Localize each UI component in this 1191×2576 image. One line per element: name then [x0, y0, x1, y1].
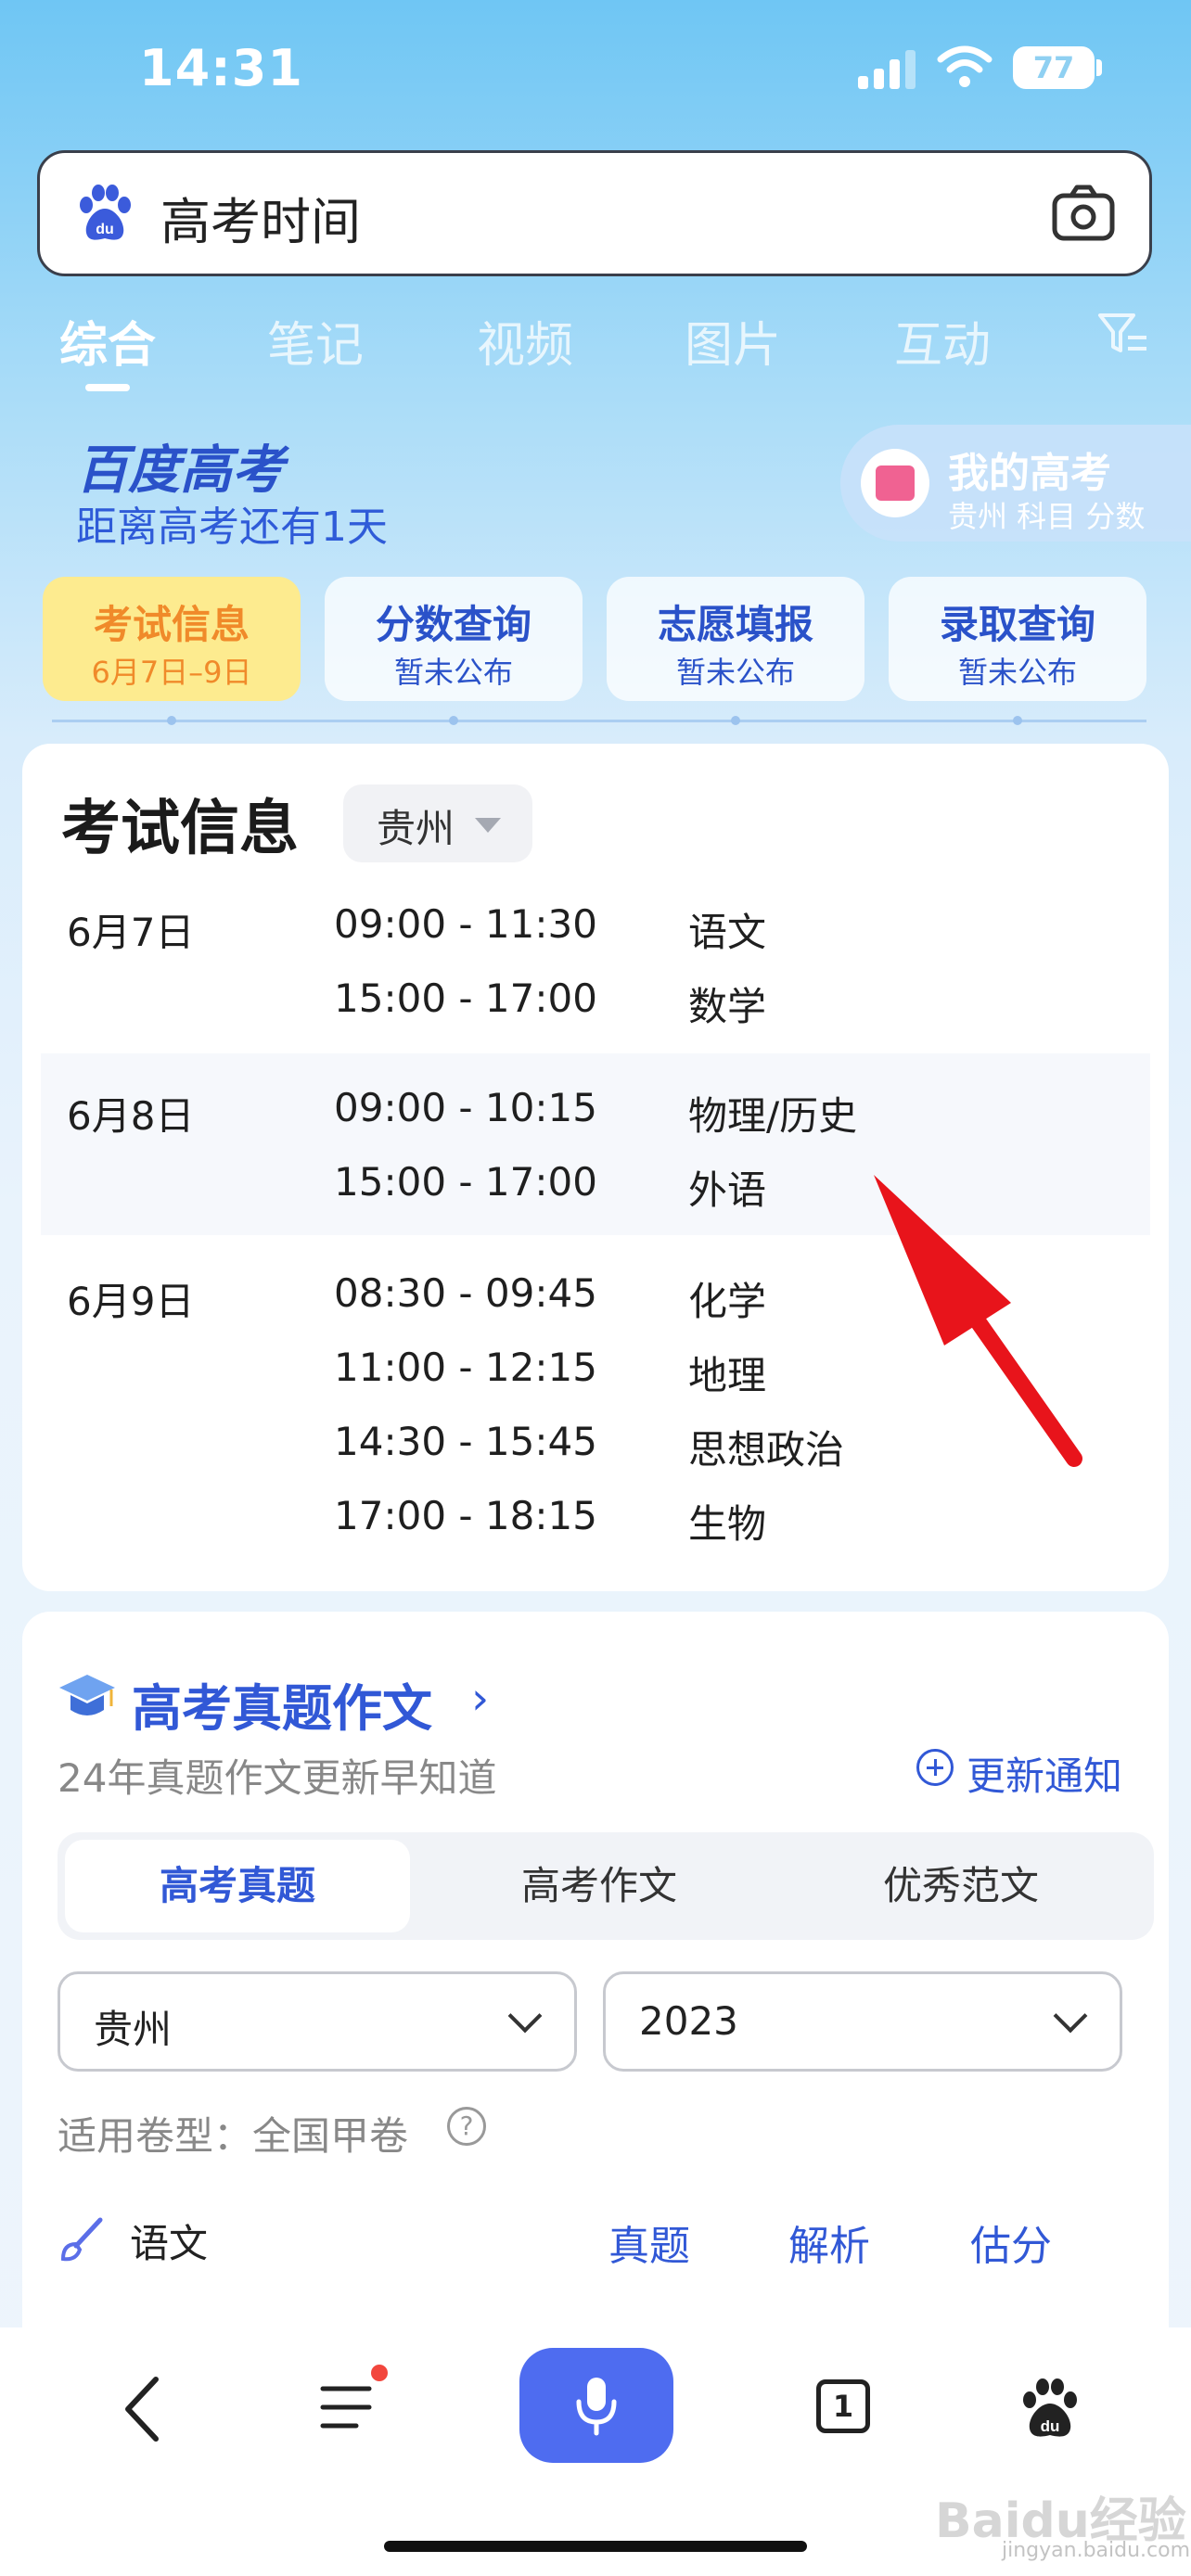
- paper-type-label: 适用卷型：全国甲卷: [58, 2113, 409, 2159]
- segment-gaokao-essay[interactable]: 高考作文: [427, 1840, 772, 1932]
- my-gaokao-title: 我的高考: [948, 450, 1111, 497]
- status-time: 14:31: [139, 39, 303, 97]
- exam-info-title: 考试信息: [61, 795, 299, 863]
- tab-interact[interactable]: 互动: [894, 306, 991, 376]
- search-input[interactable]: 高考时间: [160, 181, 361, 254]
- essay-subtitle: 24年真题作文更新早知道: [58, 1755, 497, 1801]
- chevron-down-icon: [507, 1998, 543, 2034]
- menu-icon[interactable]: [319, 2383, 373, 2431]
- search-box[interactable]: du 高考时间: [37, 150, 1152, 276]
- tab-notes[interactable]: 笔记: [267, 306, 364, 376]
- help-icon[interactable]: ?: [447, 2107, 486, 2146]
- my-gaokao-avatar: [861, 449, 929, 517]
- tab-switcher-button[interactable]: 1: [816, 2379, 870, 2433]
- microphone-icon: [576, 2378, 617, 2436]
- brush-icon: [60, 2217, 103, 2262]
- tab-images[interactable]: 图片: [685, 306, 781, 376]
- link-estimate[interactable]: 估分: [970, 2213, 1052, 2272]
- exam-date: 6月8日: [67, 1093, 195, 1139]
- exam-time: 08:30 - 09:45: [334, 1270, 597, 1316]
- link-analysis[interactable]: 解析: [788, 2213, 870, 2272]
- exam-time: 15:00 - 17:00: [334, 1159, 597, 1205]
- tab-comprehensive[interactable]: 综合: [59, 306, 156, 376]
- exam-date: 6月7日: [67, 910, 195, 955]
- segment-model-essay[interactable]: 优秀范文: [788, 1840, 1133, 1932]
- segment-real-exam[interactable]: 高考真题: [65, 1840, 410, 1932]
- essay-segment-control: 高考真题 高考作文 优秀范文: [58, 1832, 1154, 1940]
- battery-tip: [1096, 59, 1102, 76]
- exam-time: 15:00 - 17:00: [334, 976, 597, 1021]
- camera-icon[interactable]: [1051, 183, 1116, 244]
- baidu-paw-icon[interactable]: du: [1017, 2376, 1083, 2442]
- exam-subject: 外语: [688, 1167, 767, 1213]
- exam-subject: 化学: [688, 1279, 767, 1324]
- exam-subject: 物理/历史: [688, 1093, 858, 1139]
- svg-text:du: du: [96, 222, 114, 237]
- region-select[interactable]: 贵州: [58, 1971, 577, 2072]
- tab-underline: [85, 384, 130, 391]
- svg-text:du: du: [1041, 2417, 1060, 2435]
- exam-subject: 数学: [688, 984, 767, 1029]
- tab-video[interactable]: 视频: [477, 306, 573, 376]
- baidu-paw-icon: du: [80, 185, 131, 240]
- exam-date: 6月9日: [67, 1279, 195, 1324]
- region-dropdown[interactable]: 贵州: [343, 784, 532, 862]
- home-indicator: [384, 2541, 807, 2552]
- filter-icon[interactable]: [1096, 310, 1150, 358]
- countdown-text: 距离高考还有1天: [76, 504, 388, 551]
- quick-card-exam-info[interactable]: 考试信息 6月7日–9日: [43, 577, 301, 701]
- notification-dot: [371, 2365, 388, 2381]
- battery-indicator: 77: [1013, 46, 1095, 89]
- chevron-right-icon[interactable]: ›: [471, 1673, 489, 1725]
- exam-time: 09:00 - 10:15: [334, 1085, 597, 1130]
- exam-time: 09:00 - 11:30: [334, 901, 597, 947]
- essay-title-link[interactable]: 高考真题作文: [132, 1667, 432, 1741]
- subject-label: 语文: [130, 2221, 209, 2266]
- wifi-icon: [937, 45, 992, 87]
- card-divider: [52, 716, 1146, 725]
- quick-card-admission[interactable]: 录取查询 暂未公布: [889, 577, 1146, 701]
- my-gaokao-button[interactable]: 我的高考 贵州 科目 分数: [840, 425, 1191, 542]
- bottom-toolbar: 1 du Baidu经验 jingyan.baidu.com: [0, 2327, 1191, 2576]
- chevron-down-icon: [1053, 1998, 1088, 2034]
- cellular-signal-icon: [858, 48, 917, 89]
- red-arrow-annotation: [874, 1175, 1082, 1467]
- baidu-gaokao-brand: 百度高考: [76, 440, 284, 501]
- essay-card: 高考真题作文 › 24年真题作文更新早知道 更新通知 高考真题 高考作文 优秀范…: [22, 1612, 1169, 2353]
- graduation-cap-icon: [59, 1675, 115, 1715]
- exam-subject: 地理: [688, 1353, 767, 1398]
- link-real-exam[interactable]: 真题: [608, 2213, 690, 2272]
- my-gaokao-subtitle: 贵州 科目 分数: [948, 499, 1146, 534]
- exam-time: 17:00 - 18:15: [334, 1493, 597, 1538]
- year-select[interactable]: 2023: [603, 1971, 1122, 2072]
- exam-time: 14:30 - 15:45: [334, 1419, 597, 1464]
- add-circle-icon[interactable]: [916, 1749, 954, 1786]
- quick-card-application[interactable]: 志愿填报 暂未公布: [607, 577, 864, 701]
- exam-subject: 语文: [688, 910, 767, 955]
- update-notify-button[interactable]: 更新通知: [967, 1745, 1122, 1802]
- watermark-url: jingyan.baidu.com: [1002, 2539, 1191, 2562]
- back-icon[interactable]: [115, 2372, 171, 2446]
- exam-subject: 思想政治: [688, 1427, 845, 1473]
- exam-time: 11:00 - 12:15: [334, 1345, 597, 1390]
- voice-search-button[interactable]: [519, 2348, 673, 2463]
- dropdown-arrow-icon: [475, 818, 501, 833]
- exam-subject: 生物: [688, 1501, 767, 1547]
- quick-card-score-query[interactable]: 分数查询 暂未公布: [325, 577, 583, 701]
